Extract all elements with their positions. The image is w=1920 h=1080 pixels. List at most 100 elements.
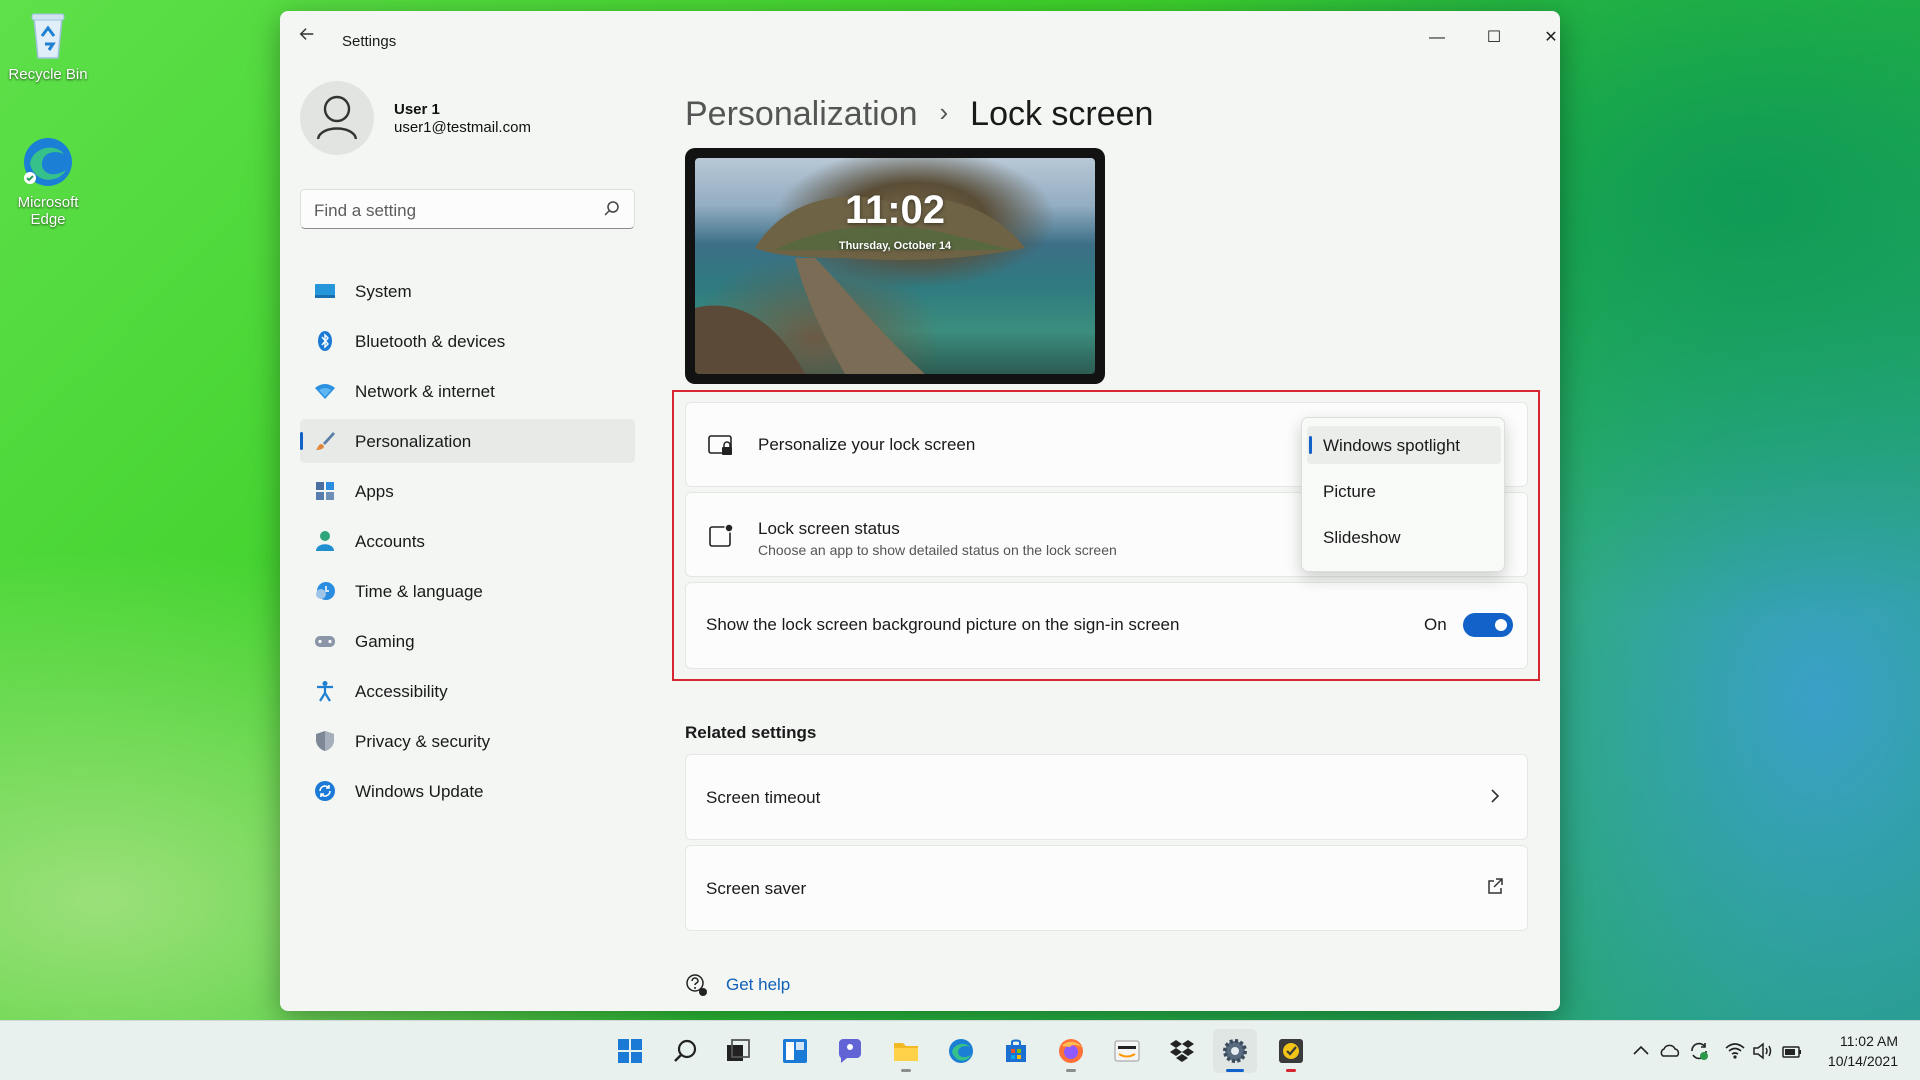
search-icon <box>674 1039 697 1062</box>
taskbar-todo-button[interactable] <box>1269 1029 1313 1073</box>
window-title: Settings <box>342 33 397 50</box>
amazon-icon <box>1114 1040 1140 1062</box>
widgets-icon <box>783 1039 807 1063</box>
taskbar-task-view-button[interactable] <box>716 1029 760 1073</box>
store-icon <box>1006 1039 1026 1062</box>
taskbar-settings-button[interactable] <box>1213 1029 1257 1073</box>
get-help-link[interactable]: Get help <box>726 975 790 995</box>
taskbar-store-button[interactable] <box>994 1029 1038 1073</box>
dropdown-option-picture[interactable]: Picture <box>1307 472 1501 510</box>
title-bar: Settings — ☐ ✕ <box>280 11 1560 61</box>
dropbox-icon <box>1170 1040 1194 1062</box>
lock-screen-status-label: Lock screen status <box>758 519 900 538</box>
sidebar-item-accounts[interactable]: Accounts <box>300 519 635 563</box>
folder-icon <box>894 1043 918 1061</box>
sidebar-item-time-language[interactable]: Time & language <box>300 569 635 613</box>
dropdown-option-slideshow[interactable]: Slideshow <box>1307 518 1501 556</box>
sidebar-item-label: Personalization <box>355 432 472 451</box>
taskbar: 11:02 AM 10/14/2021 <box>0 1020 1920 1080</box>
sidebar-item-privacy-security[interactable]: Privacy & security <box>300 719 635 763</box>
update-icon <box>315 781 335 801</box>
sidebar-item-apps[interactable]: Apps <box>300 469 635 513</box>
personalize-lock-screen-label: Personalize your lock screen <box>758 435 976 454</box>
recycle-bin-desktop-icon[interactable]: Recycle Bin <box>0 6 96 83</box>
dropdown-option-windows-spotlight[interactable]: Windows spotlight <box>1307 426 1501 464</box>
brush-icon <box>316 432 335 450</box>
screen-timeout-label: Screen timeout <box>706 788 821 807</box>
chat-icon <box>839 1039 861 1063</box>
sidebar-item-network[interactable]: Network & internet <box>300 369 635 413</box>
dropdown-option-label: Windows spotlight <box>1323 436 1461 455</box>
lock-screen-preview: 11:02 Thursday, October 14 <box>685 148 1105 384</box>
taskbar-file-explorer-button[interactable] <box>884 1029 928 1073</box>
taskbar-search-button[interactable] <box>664 1029 708 1073</box>
screen-saver-row[interactable]: Screen saver <box>685 845 1528 931</box>
back-button[interactable] <box>294 25 320 49</box>
sidebar-item-personalization[interactable]: Personalization <box>300 419 635 463</box>
maximize-button[interactable]: ☐ <box>1471 23 1517 53</box>
help-icon <box>686 974 707 996</box>
taskbar-widgets-button[interactable] <box>773 1029 817 1073</box>
sidebar-item-accessibility[interactable]: Accessibility <box>300 669 635 713</box>
person-icon <box>316 95 358 140</box>
sidebar-item-bluetooth[interactable]: Bluetooth & devices <box>300 319 635 363</box>
taskbar-start-button[interactable] <box>608 1029 652 1073</box>
sidebar-item-label: Gaming <box>355 632 415 651</box>
user-name: User 1 <box>394 101 440 118</box>
breadcrumb-separator: › <box>939 97 949 127</box>
sync-icon[interactable] <box>1688 1040 1710 1062</box>
apps-icon <box>316 482 334 500</box>
sidebar-item-windows-update[interactable]: Windows Update <box>300 769 635 813</box>
taskbar-clock[interactable]: 11:02 AM 10/14/2021 <box>1828 1031 1898 1071</box>
bluetooth-icon <box>318 331 332 351</box>
sidebar-item-label: Apps <box>355 482 394 501</box>
search-input[interactable]: Find a setting <box>300 189 635 229</box>
avatar <box>300 81 374 155</box>
sidebar-item-label: Network & internet <box>355 382 495 401</box>
taskbar-dropbox-button[interactable] <box>1160 1029 1204 1073</box>
sidebar-item-label: Bluetooth & devices <box>355 332 506 351</box>
taskbar-amazon-button[interactable] <box>1105 1029 1149 1073</box>
recycle-bin-label: Recycle Bin <box>8 66 88 83</box>
lock-screen-icon <box>708 435 732 455</box>
onedrive-icon[interactable] <box>1659 1040 1681 1062</box>
dropdown-option-label: Picture <box>1323 482 1376 501</box>
lock-screen-preview-image: 11:02 Thursday, October 14 <box>695 158 1095 374</box>
running-indicator <box>1286 1069 1296 1072</box>
sidebar-item-system[interactable]: System <box>300 269 635 313</box>
minimize-button[interactable]: — <box>1414 23 1460 53</box>
search-icon <box>604 201 619 216</box>
toggle-state-label: On <box>1424 615 1447 634</box>
dropdown-option-label: Slideshow <box>1323 528 1401 547</box>
shield-icon <box>316 731 334 751</box>
screen-timeout-row[interactable]: Screen timeout <box>685 754 1528 840</box>
breadcrumb-parent[interactable]: Personalization <box>685 95 917 133</box>
chevron-up-icon[interactable] <box>1630 1040 1652 1062</box>
user-profile[interactable]: User 1 user1@testmail.com <box>300 81 640 161</box>
sign-in-background-label: Show the lock screen background picture … <box>706 615 1180 634</box>
taskbar-firefox-button[interactable] <box>1049 1029 1093 1073</box>
close-button[interactable]: ✕ <box>1528 23 1560 53</box>
sidebar-item-label: Privacy & security <box>355 732 491 751</box>
search-placeholder: Find a setting <box>314 201 417 220</box>
sign-in-background-toggle[interactable] <box>1463 613 1513 637</box>
breadcrumb: Personalization › Lock screen <box>685 95 1153 134</box>
accounts-icon <box>316 531 334 551</box>
todo-icon <box>1279 1039 1303 1063</box>
active-indicator <box>1226 1069 1244 1072</box>
chevron-right-icon <box>1491 789 1500 803</box>
battery-icon[interactable] <box>1780 1040 1802 1062</box>
wifi-icon[interactable] <box>1724 1040 1746 1062</box>
lock-screen-status-description: Choose an app to show detailed status on… <box>758 542 1117 558</box>
volume-icon[interactable] <box>1752 1040 1774 1062</box>
sidebar-item-label: Accessibility <box>355 682 448 701</box>
taskbar-teams-chat-button[interactable] <box>828 1029 872 1073</box>
accessibility-icon <box>317 681 333 702</box>
sidebar-item-gaming[interactable]: Gaming <box>300 619 635 663</box>
taskbar-edge-button[interactable] <box>939 1029 983 1073</box>
sidebar-item-label: Windows Update <box>355 782 484 801</box>
sidebar-item-label: System <box>355 282 412 301</box>
edge-icon <box>20 134 76 190</box>
edge-desktop-icon[interactable]: Microsoft Edge <box>0 134 96 228</box>
user-email: user1@testmail.com <box>394 119 531 136</box>
